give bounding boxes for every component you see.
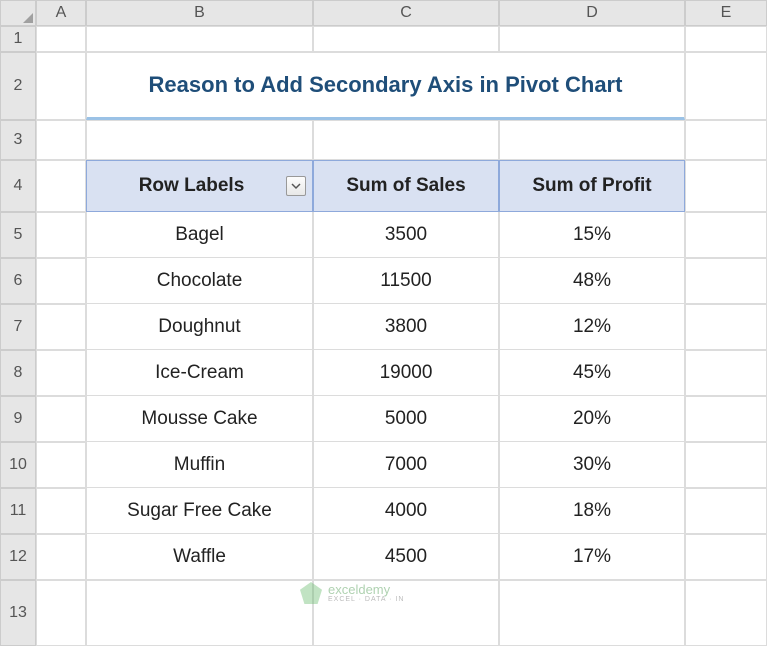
row-header-8[interactable]: 8 [0,350,36,396]
cell[interactable] [499,580,685,646]
row-header-4[interactable]: 4 [0,160,36,212]
table-row-sales[interactable]: 11500 [313,258,499,304]
col-header-a[interactable]: A [36,0,86,26]
table-row-label[interactable]: Chocolate [86,258,313,304]
table-row-sales[interactable]: 7000 [313,442,499,488]
table-row-label[interactable]: Doughnut [86,304,313,350]
cell[interactable] [685,160,767,212]
cell[interactable] [36,258,86,304]
col-header-c[interactable]: C [313,0,499,26]
table-row-profit[interactable]: 17% [499,534,685,580]
cell[interactable] [36,580,86,646]
cell[interactable] [36,160,86,212]
row-header-5[interactable]: 5 [0,212,36,258]
table-row-profit[interactable]: 30% [499,442,685,488]
table-row-sales[interactable]: 5000 [313,396,499,442]
table-row-profit[interactable]: 15% [499,212,685,258]
cell[interactable] [86,580,313,646]
table-row-profit[interactable]: 18% [499,488,685,534]
table-title[interactable]: Reason to Add Secondary Axis in Pivot Ch… [86,52,685,120]
row-header-10[interactable]: 10 [0,442,36,488]
cell[interactable] [36,212,86,258]
cell[interactable] [36,442,86,488]
table-row-sales[interactable]: 4000 [313,488,499,534]
cell[interactable] [36,396,86,442]
cell[interactable] [685,488,767,534]
spreadsheet-grid: A B C D E 1 2 3 4 5 6 7 8 9 10 11 12 13 … [0,0,767,646]
cell[interactable] [685,304,767,350]
cell[interactable] [685,120,767,160]
table-row-profit[interactable]: 20% [499,396,685,442]
col-header-d[interactable]: D [499,0,685,26]
row-header-9[interactable]: 9 [0,396,36,442]
cell[interactable] [36,534,86,580]
select-all-corner[interactable] [0,0,36,26]
table-row-sales[interactable]: 19000 [313,350,499,396]
table-row-profit[interactable]: 48% [499,258,685,304]
table-row-sales[interactable]: 4500 [313,534,499,580]
cell[interactable] [685,396,767,442]
table-row-profit[interactable]: 45% [499,350,685,396]
cell[interactable] [36,350,86,396]
cell[interactable] [685,52,767,120]
table-row-label[interactable]: Ice-Cream [86,350,313,396]
table-row-label[interactable]: Bagel [86,212,313,258]
table-row-label[interactable]: Waffle [86,534,313,580]
cell[interactable] [685,442,767,488]
cell[interactable] [499,26,685,52]
row-header-12[interactable]: 12 [0,534,36,580]
filter-dropdown-button[interactable] [286,176,306,196]
pivot-header-label: Row Labels [139,175,245,197]
pivot-header-sum-profit[interactable]: Sum of Profit [499,160,685,212]
cell[interactable] [36,304,86,350]
cell[interactable] [685,258,767,304]
cell[interactable] [685,350,767,396]
cell[interactable] [685,212,767,258]
cell[interactable] [313,580,499,646]
col-header-e[interactable]: E [685,0,767,26]
cell[interactable] [36,26,86,52]
table-row-profit[interactable]: 12% [499,304,685,350]
chevron-down-icon [291,181,301,191]
col-header-b[interactable]: B [86,0,313,26]
cell[interactable] [36,120,86,160]
pivot-header-sum-sales[interactable]: Sum of Sales [313,160,499,212]
row-header-6[interactable]: 6 [0,258,36,304]
row-header-13[interactable]: 13 [0,580,36,646]
table-row-label[interactable]: Sugar Free Cake [86,488,313,534]
cell[interactable] [685,26,767,52]
row-header-7[interactable]: 7 [0,304,36,350]
row-header-2[interactable]: 2 [0,52,36,120]
table-row-sales[interactable]: 3500 [313,212,499,258]
cell[interactable] [685,534,767,580]
row-header-11[interactable]: 11 [0,488,36,534]
row-header-3[interactable]: 3 [0,120,36,160]
cell[interactable] [36,488,86,534]
cell[interactable] [499,120,685,160]
cell[interactable] [313,26,499,52]
table-row-sales[interactable]: 3800 [313,304,499,350]
table-row-label[interactable]: Muffin [86,442,313,488]
cell[interactable] [86,26,313,52]
cell[interactable] [685,580,767,646]
cell[interactable] [313,120,499,160]
cell[interactable] [86,120,313,160]
row-header-1[interactable]: 1 [0,26,36,52]
cell[interactable] [36,52,86,120]
pivot-header-row-labels[interactable]: Row Labels [86,160,313,212]
table-row-label[interactable]: Mousse Cake [86,396,313,442]
